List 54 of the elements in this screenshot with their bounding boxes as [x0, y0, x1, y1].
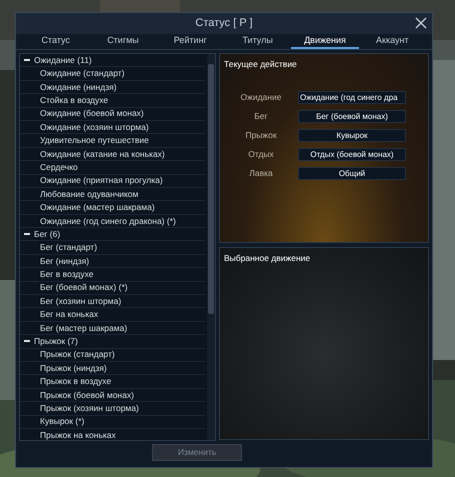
motion-item[interactable]: Бег (хозяин шторма) — [20, 295, 205, 308]
motion-item[interactable]: Ожидание (приятная прогулка) — [20, 174, 205, 188]
group-header[interactable]: Ожидание (11) — [20, 54, 205, 68]
action-value: Бег (боевой монах) — [298, 110, 406, 123]
motion-item[interactable]: Ожидание (ниндзя) — [20, 80, 205, 94]
panel-title: Выбранное движение — [224, 252, 312, 265]
action-label: Отдых — [247, 148, 275, 161]
action-label: Бег — [253, 110, 269, 123]
motion-item[interactable]: Прыжок (стандарт) — [20, 348, 205, 362]
window-title: Статус [ P ] — [195, 16, 253, 32]
motion-item[interactable]: Ожидание (хозяин шторма) — [20, 120, 205, 134]
panel-title: Текущее действие — [224, 58, 298, 71]
motion-item[interactable]: Стойка в воздухе — [20, 94, 205, 108]
motion-item[interactable]: Бег (мастер шакрама) — [20, 322, 205, 336]
action-label: Прыжок — [244, 128, 278, 142]
motion-item[interactable]: Ожидание (год синего дракона) (*) — [20, 214, 205, 228]
motion-item[interactable]: Прыжок в воздухе — [20, 375, 205, 389]
close-icon — [415, 17, 427, 29]
motion-item[interactable]: Прыжок (хозяин шторма) — [20, 402, 205, 416]
motion-item[interactable]: Бег в воздухе — [20, 268, 205, 282]
close-button[interactable] — [414, 16, 428, 30]
action-label: Ожидание — [240, 90, 282, 104]
tab[interactable]: Движения — [291, 34, 359, 49]
motion-item[interactable]: Прыжок (боевой монах) — [20, 388, 205, 402]
group-header[interactable]: Прыжок (7) — [20, 335, 205, 349]
group-label: Бег (6) — [34, 228, 60, 241]
motion-item[interactable]: Ожидание (боевой монах) — [20, 108, 205, 121]
scrollbar[interactable] — [207, 54, 215, 440]
group-header[interactable]: Бег (6) — [20, 228, 205, 242]
motion-item[interactable]: Кувырок (*) — [20, 416, 205, 429]
motion-item[interactable]: Удивительное путешествие — [20, 134, 205, 148]
motion-item[interactable]: Бег (ниндзя) — [20, 254, 205, 268]
tab[interactable]: Статус — [22, 34, 90, 49]
motion-item[interactable]: Бег (стандарт) — [20, 241, 205, 255]
tab[interactable]: Стигмы — [89, 34, 157, 49]
action-value: Общий — [298, 166, 406, 180]
motion-item[interactable]: Сердечко — [20, 161, 205, 175]
tab[interactable]: Рейтинг — [156, 34, 224, 49]
motion-item[interactable]: Любование одуванчиком — [20, 188, 205, 202]
action-value: Кувырок — [298, 128, 406, 142]
action-value: Отдых (боевой монах) — [298, 148, 406, 161]
motion-item[interactable]: Бег (боевой монах) (*) — [20, 282, 205, 296]
tab[interactable]: Аккаунт — [358, 34, 426, 49]
group-label: Прыжок (7) — [34, 335, 78, 348]
action-label: Лавка — [248, 166, 274, 180]
motion-item[interactable]: Прыжок (ниндзя) — [20, 362, 205, 376]
motion-item[interactable]: Бег на коньках — [20, 308, 205, 322]
motion-item[interactable]: Ожидание (стандарт) — [20, 67, 205, 81]
action-value: Ожидание (год синего дра — [298, 90, 406, 104]
tab[interactable]: Титулы — [224, 34, 292, 49]
group-label: Ожидание (11) — [34, 54, 92, 67]
motion-item[interactable]: Ожидание (катание на коньках) — [20, 148, 205, 162]
motion-item[interactable]: Прыжок на коньках — [20, 428, 205, 440]
motion-item[interactable]: Ожидание (мастер шакрама) — [20, 201, 205, 215]
